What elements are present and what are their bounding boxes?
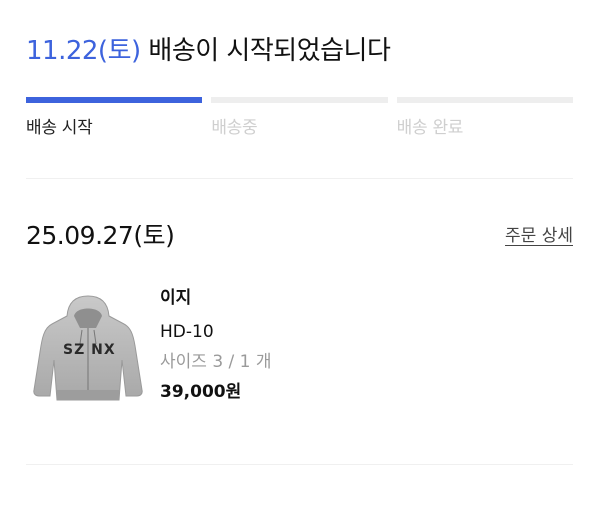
product-price: 39,000원 — [160, 382, 242, 402]
product-info: 이지 HD-10 사이즈 3 / 1 개 39,000원 — [160, 286, 272, 404]
delivery-progress: 배송 시작 배송중 배송 완료 — [26, 97, 573, 140]
progress-bar-step-3 — [396, 97, 573, 103]
step-label-delivered: 배송 완료 — [396, 118, 464, 138]
product-model: HD-10 — [160, 322, 214, 342]
delivery-message: 배송이 시작되었습니다 — [148, 36, 391, 66]
product-image[interactable]: SZ NX — [30, 290, 146, 408]
delivery-status-title: 11.22(토) 배송이 시작되었습니다 — [26, 33, 391, 69]
section-divider-bottom — [26, 464, 573, 465]
hoodie-print: SZ NX — [63, 342, 116, 358]
delivery-date: 11.22(토) — [26, 36, 141, 66]
step-label-in-transit: 배송중 — [211, 118, 258, 138]
step-label-shipping-started: 배송 시작 — [26, 118, 93, 138]
product-brand: 이지 — [160, 288, 192, 308]
progress-bar-step-2 — [211, 97, 388, 103]
product-size-quantity: 사이즈 3 / 1 개 — [160, 352, 272, 372]
section-divider — [26, 178, 573, 179]
order-detail-link[interactable]: 주문 상세 — [505, 224, 573, 248]
order-date: 25.09.27(토) — [26, 221, 175, 250]
progress-bar-step-1 — [26, 97, 203, 103]
